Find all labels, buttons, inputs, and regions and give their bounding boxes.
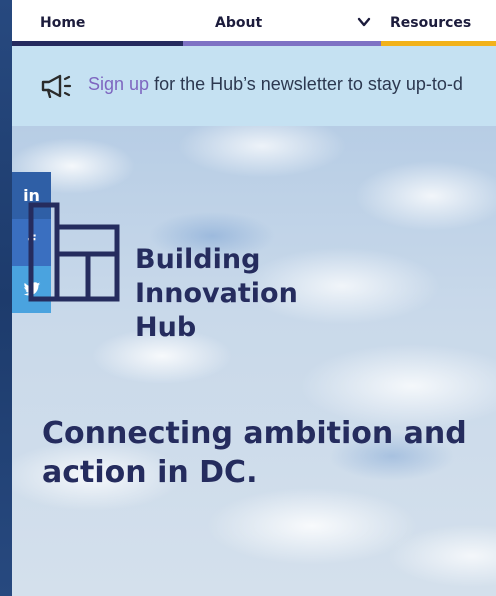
tagline-line-1: Connecting ambition and	[42, 416, 467, 451]
main-navigation: Home About Resources	[12, 0, 496, 46]
hero-tagline: Connecting ambition and action in DC.	[42, 414, 472, 492]
logo-word-building: Building	[135, 244, 261, 275]
building-innovation-hub-logo-mark	[28, 202, 120, 302]
page-background-left	[0, 0, 12, 596]
sign-up-link[interactable]: Sign up	[88, 74, 149, 94]
newsletter-banner: Sign up for the Hub’s newsletter to stay…	[12, 46, 496, 126]
newsletter-message: for the Hub’s newsletter to stay up-to-d	[149, 74, 463, 94]
nav-item-about[interactable]: About	[215, 15, 262, 31]
logo-word-innovation: Innovation	[135, 278, 298, 309]
tagline-line-2: action in DC.	[42, 455, 258, 490]
chevron-down-icon[interactable]	[356, 14, 372, 30]
megaphone-icon	[41, 74, 72, 98]
logo-wordmark: Building Innovation Hub	[135, 243, 298, 345]
nav-item-resources[interactable]: Resources	[390, 15, 471, 31]
hero-section	[12, 126, 496, 596]
newsletter-text: Sign up for the Hub’s newsletter to stay…	[88, 74, 463, 95]
logo-word-hub: Hub	[135, 312, 197, 343]
nav-item-home[interactable]: Home	[40, 15, 85, 31]
